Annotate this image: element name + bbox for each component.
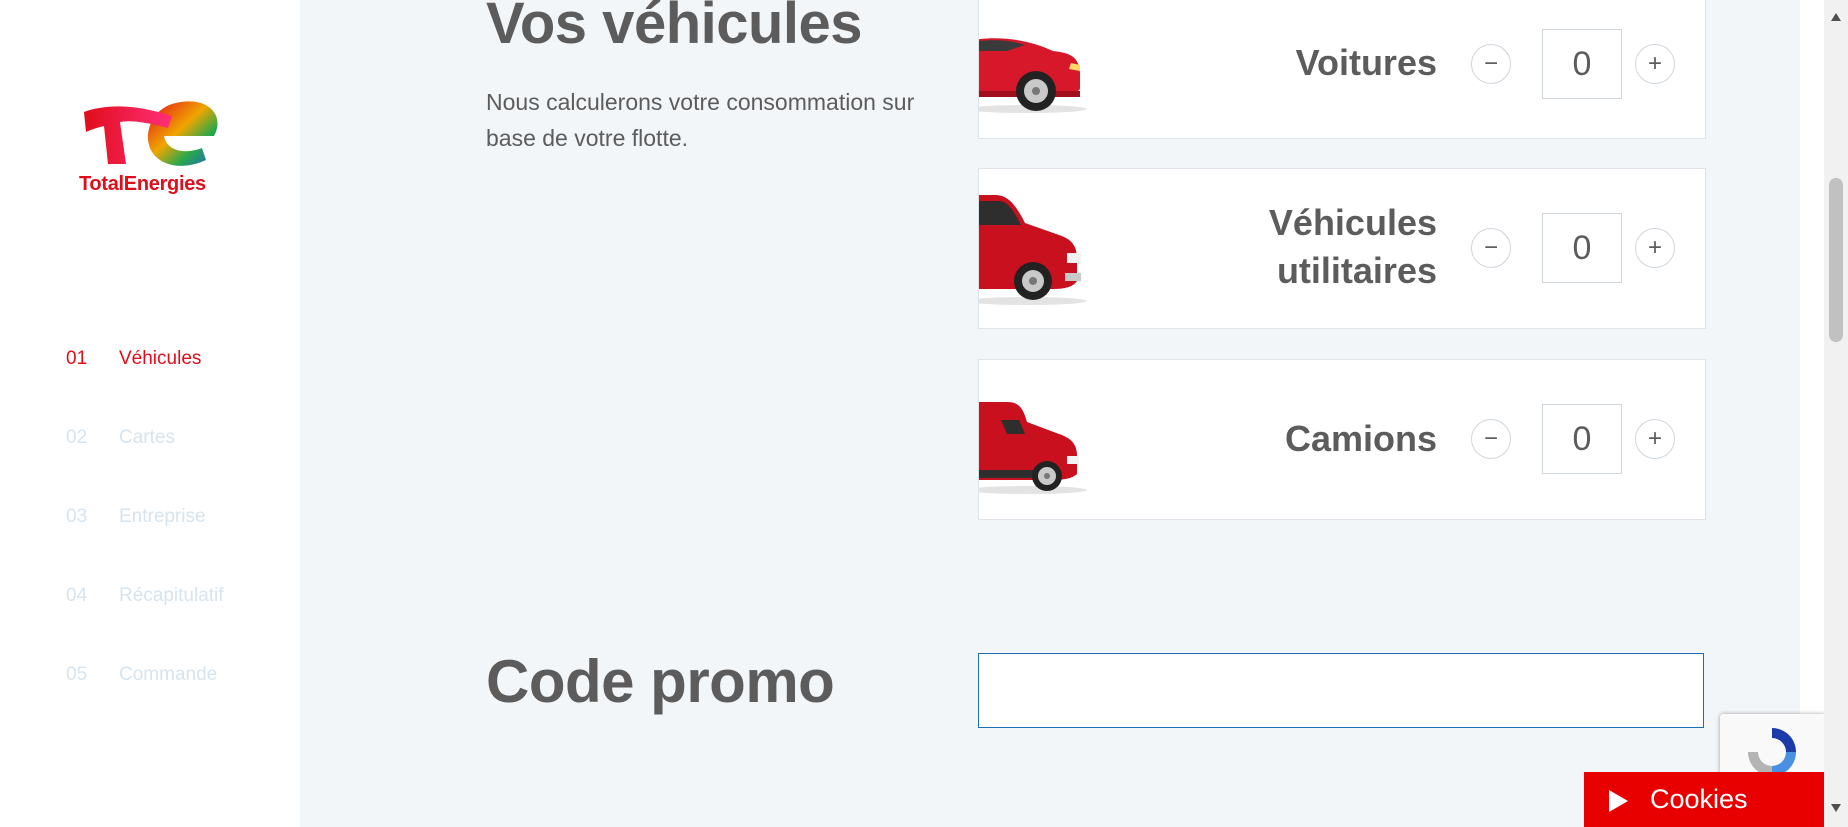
vehicle-card-utilitaires: Véhicules utilitaires − 0 +	[978, 168, 1706, 329]
decrease-camions-button[interactable]: −	[1471, 419, 1511, 459]
sidebar: TotalEnergies 01 Véhicules 02 Cartes 03 Ent…	[0, 0, 300, 827]
cookies-label: Cookies	[1650, 784, 1748, 814]
scrollbar-thumb[interactable]	[1829, 178, 1843, 342]
step-cartes[interactable]: 02 Cartes	[66, 427, 175, 449]
vehicle-label: Camions	[1284, 418, 1437, 459]
utilitaires-quantity-input[interactable]: 0	[1542, 213, 1622, 283]
play-icon	[1609, 790, 1628, 812]
vehicle-label-line1: Véhicules	[1268, 202, 1437, 243]
decrease-utilitaires-button[interactable]: −	[1471, 228, 1511, 268]
main-content: Vos véhicules Nous calculerons votre con…	[300, 0, 1800, 827]
step-commande[interactable]: 05 Commande	[66, 664, 217, 686]
step-number: 03	[66, 506, 88, 527]
vehicles-description: Nous calculerons votre consommation sur …	[486, 89, 915, 151]
increase-utilitaires-button[interactable]: +	[1635, 228, 1675, 268]
vehicle-label-line2: utilitaires	[1276, 250, 1437, 291]
step-label: Récapitulatif	[119, 585, 224, 606]
scroll-down-arrow-icon[interactable]	[1830, 803, 1842, 813]
step-number: 04	[66, 585, 88, 606]
increase-camions-button[interactable]: +	[1635, 419, 1675, 459]
step-label: Commande	[119, 664, 218, 685]
step-label: Cartes	[119, 427, 175, 448]
truck-icon	[979, 402, 1087, 494]
promo-code-input[interactable]	[978, 653, 1704, 728]
step-recapitulatif[interactable]: 04 Récapitulatif	[66, 585, 224, 607]
increase-voitures-button[interactable]: +	[1635, 44, 1675, 84]
car-icon	[979, 38, 1087, 113]
step-label: Entreprise	[119, 506, 206, 527]
step-number: 01	[66, 348, 88, 369]
step-entreprise[interactable]: 03 Entreprise	[66, 506, 206, 528]
step-vehicules[interactable]: 01 Véhicules	[66, 348, 201, 370]
step-number: 02	[66, 427, 88, 448]
van-icon	[979, 195, 1087, 305]
vehicle-label: Voitures	[1295, 42, 1437, 83]
decrease-voitures-button[interactable]: −	[1471, 44, 1511, 84]
voitures-quantity-input[interactable]: 0	[1542, 29, 1622, 99]
cookies-button[interactable]: Cookies	[1584, 772, 1824, 827]
camions-quantity-input[interactable]: 0	[1542, 404, 1622, 474]
scroll-up-arrow-icon[interactable]	[1830, 12, 1842, 22]
vehicle-card-camions: Camions − 0 +	[978, 359, 1706, 520]
vehicle-card-voitures: Voitures − 0 +	[978, 0, 1706, 139]
step-number: 05	[66, 664, 88, 685]
promo-title: Code promo	[486, 648, 835, 715]
brand-name: TotalEnergies	[79, 173, 206, 195]
step-label: Véhicules	[119, 348, 202, 369]
scrollbar[interactable]	[1824, 0, 1848, 827]
vehicles-title: Vos véhicules	[486, 0, 863, 56]
